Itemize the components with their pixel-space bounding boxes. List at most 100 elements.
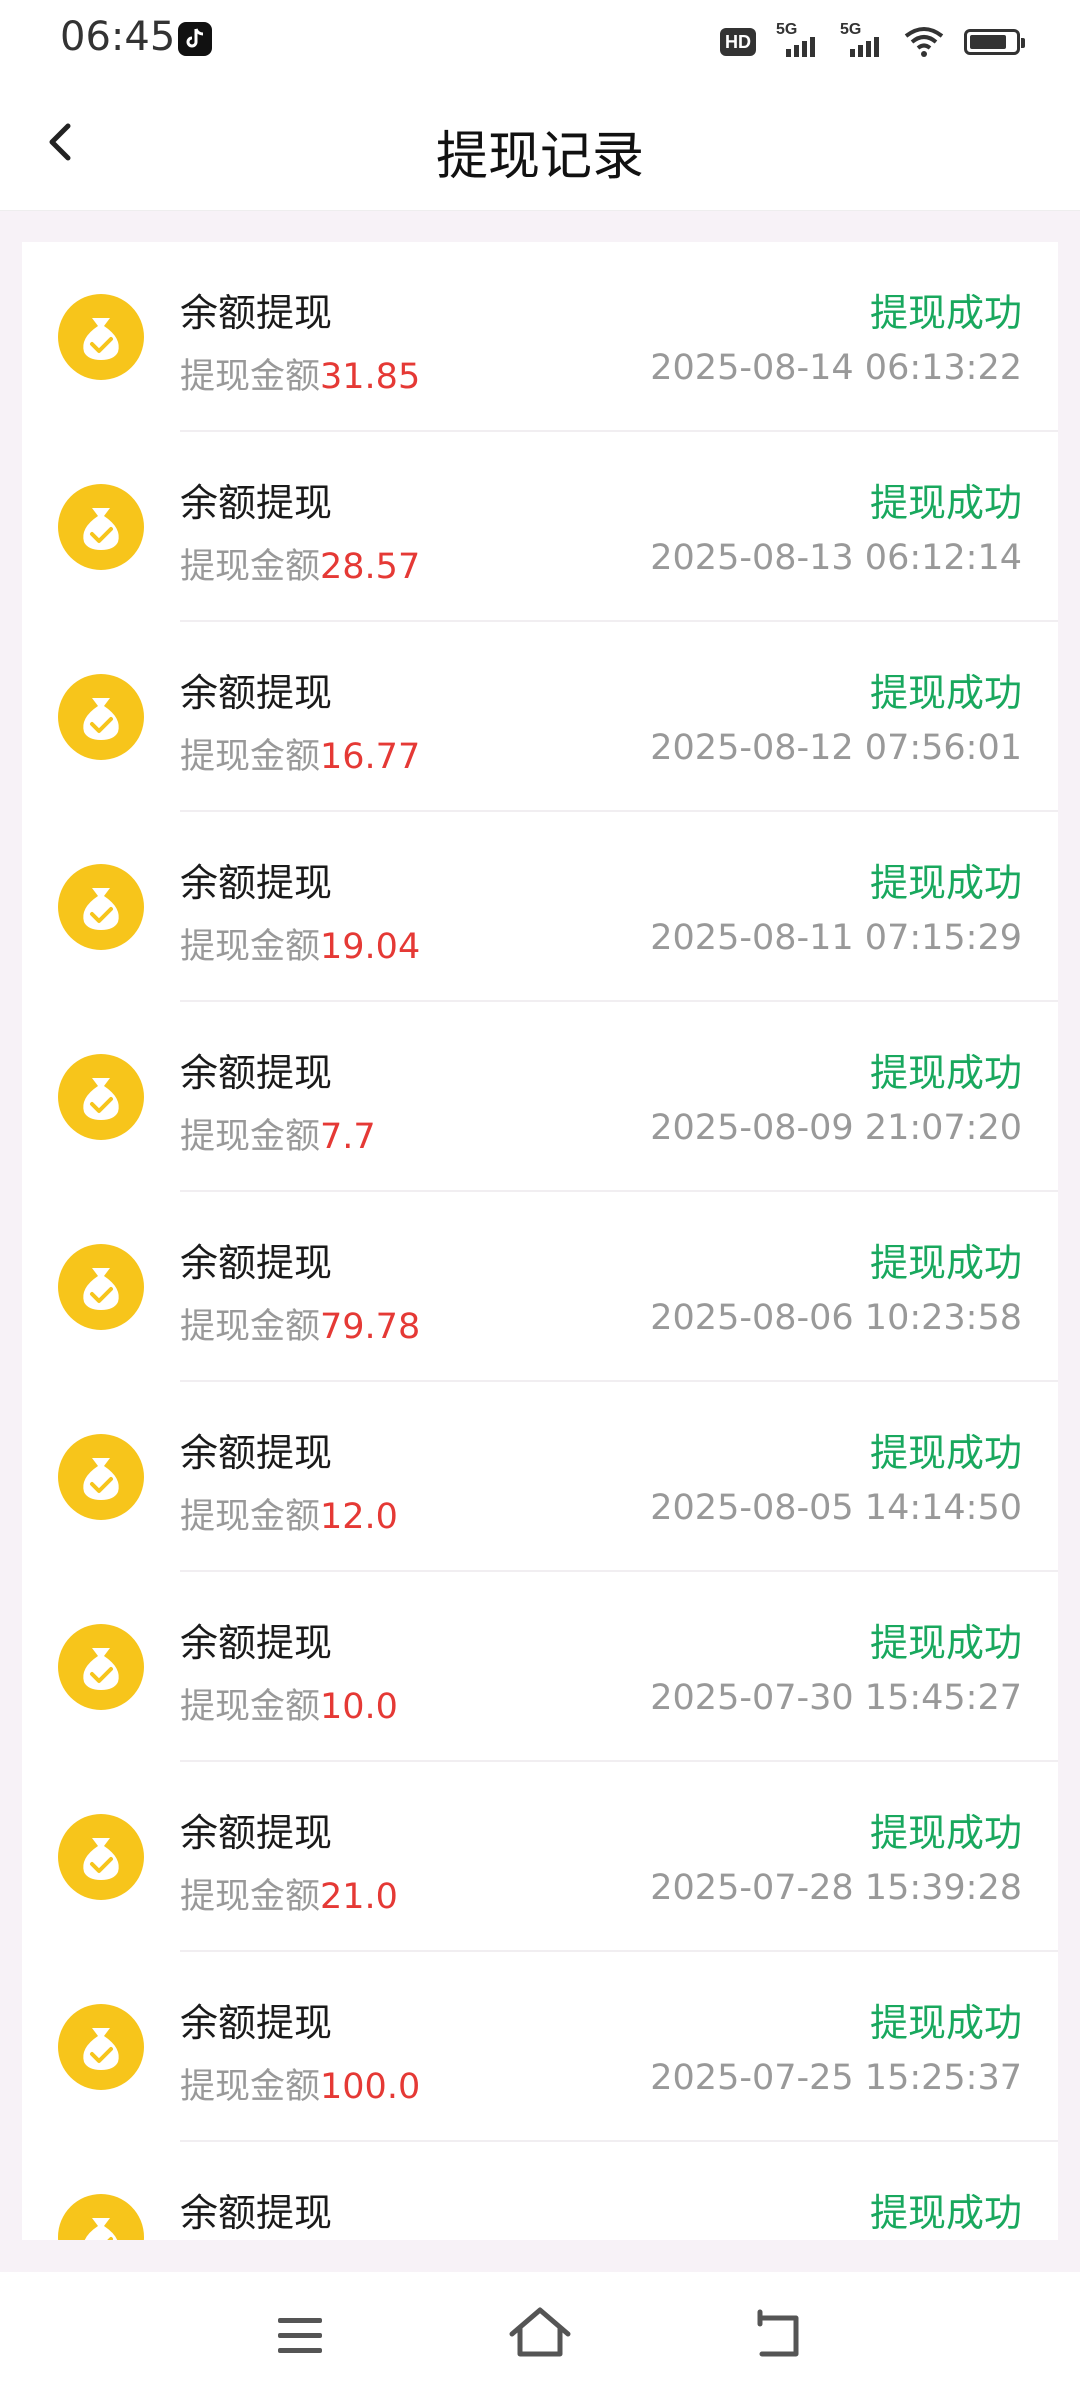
status-badge: 提现成功 (869, 1621, 1022, 1665)
record-time: 2025-08-06 10:23:58 (650, 1298, 1022, 1338)
record-amount: 提现金额7.7 (180, 1108, 376, 1159)
money-bag-icon (58, 2004, 144, 2090)
amount-label: 提现金额 (180, 1497, 321, 1537)
amount-value: 12.0 (320, 1497, 398, 1537)
record-amount: 提现金额79.78 (180, 1298, 420, 1349)
amount-value: 100.0 (320, 2067, 421, 2107)
status-badge: 提现成功 (869, 481, 1022, 525)
record-title: 余额提现 (180, 1621, 333, 1665)
record-title: 余额提现 (180, 1431, 333, 1475)
back-icon (757, 2309, 799, 2357)
money-bag-icon (58, 1054, 144, 1140)
amount-label: 提现金额 (180, 1307, 321, 1347)
amount-label: 提现金额 (180, 1117, 321, 1157)
tiktok-icon (178, 22, 212, 56)
signal-icon: 5G (776, 21, 820, 59)
amount-value: 7.7 (320, 1117, 376, 1157)
list-item[interactable]: 余额提现 提现金额79.78 提现成功 2025-08-06 10:23:58 (22, 1192, 1058, 1382)
amount-value: 28.57 (320, 547, 421, 587)
status-badge: 提现成功 (869, 2001, 1022, 2045)
hd-icon: HD (720, 28, 756, 56)
amount-value: 31.85 (320, 357, 421, 397)
money-bag-icon (58, 294, 144, 380)
record-title: 余额提现 (180, 291, 333, 335)
list-item[interactable]: 余额提现 提现金额28.57 提现成功 2025-08-13 06:12:14 (22, 432, 1058, 622)
back-nav-button[interactable] (742, 2298, 818, 2374)
home-button[interactable] (502, 2298, 578, 2374)
record-time: 2025-08-05 14:14:50 (650, 1488, 1022, 1528)
signal-icon-2: 5G (840, 21, 884, 59)
list-item[interactable]: 余额提现 提现成功 (22, 2142, 1058, 2240)
list-item[interactable]: 余额提现 提现金额21.0 提现成功 2025-07-28 15:39:28 (22, 1762, 1058, 1952)
header: 提现记录 (0, 82, 1080, 211)
record-amount: 提现金额100.0 (180, 2058, 420, 2109)
status-bar: 06:45 HD 5G 5G (0, 0, 1080, 82)
status-badge: 提现成功 (869, 1241, 1022, 1285)
list-item[interactable]: 余额提现 提现金额19.04 提现成功 2025-08-11 07:15:29 (22, 812, 1058, 1002)
status-badge: 提现成功 (869, 1051, 1022, 1095)
amount-label: 提现金额 (180, 1687, 321, 1727)
list-item[interactable]: 余额提现 提现金额10.0 提现成功 2025-07-30 15:45:27 (22, 1572, 1058, 1762)
record-time: 2025-07-30 15:45:27 (650, 1678, 1022, 1718)
amount-label: 提现金额 (180, 2067, 321, 2107)
amount-label: 提现金额 (180, 357, 321, 397)
money-bag-icon (58, 1814, 144, 1900)
status-badge: 提现成功 (869, 2191, 1022, 2235)
money-bag-icon (58, 1624, 144, 1710)
amount-value: 19.04 (320, 927, 421, 967)
record-time: 2025-08-11 07:15:29 (650, 918, 1022, 958)
list-item[interactable]: 余额提现 提现金额31.85 提现成功 2025-08-14 06:13:22 (22, 242, 1058, 432)
record-amount: 提现金额16.77 (180, 728, 420, 779)
record-time: 2025-08-13 06:12:14 (650, 538, 1022, 578)
money-bag-icon (58, 864, 144, 950)
record-title: 余额提现 (180, 861, 333, 905)
amount-value: 79.78 (320, 1307, 421, 1347)
amount-label: 提现金额 (180, 1877, 321, 1917)
home-icon (509, 2307, 571, 2357)
amount-value: 16.77 (320, 737, 421, 777)
record-amount: 提现金额19.04 (180, 918, 420, 969)
withdrawal-record-list[interactable]: 余额提现 提现金额31.85 提现成功 2025-08-14 06:13:22 … (22, 242, 1058, 2240)
status-badge: 提现成功 (869, 1431, 1022, 1475)
money-bag-icon (58, 674, 144, 760)
money-bag-icon (58, 484, 144, 570)
menu-icon (278, 2318, 322, 2353)
record-title: 余额提现 (180, 1241, 333, 1285)
status-badge: 提现成功 (869, 861, 1022, 905)
list-item[interactable]: 余额提现 提现金额12.0 提现成功 2025-08-05 14:14:50 (22, 1382, 1058, 1572)
record-amount: 提现金额12.0 (180, 1488, 398, 1539)
record-title: 余额提现 (180, 481, 333, 525)
status-badge: 提现成功 (869, 291, 1022, 335)
status-badge: 提现成功 (869, 1811, 1022, 1855)
record-title: 余额提现 (180, 1811, 333, 1855)
money-bag-icon (58, 1434, 144, 1520)
amount-label: 提现金额 (180, 547, 321, 587)
money-bag-icon (58, 1244, 144, 1330)
record-time: 2025-07-28 15:39:28 (650, 1868, 1022, 1908)
amount-value: 10.0 (320, 1687, 398, 1727)
amount-label: 提现金额 (180, 927, 321, 967)
status-icons: HD 5G 5G (720, 21, 1025, 62)
list-item[interactable]: 余额提现 提现金额16.77 提现成功 2025-08-12 07:56:01 (22, 622, 1058, 812)
menu-button[interactable] (262, 2298, 338, 2374)
record-title: 余额提现 (180, 2001, 333, 2045)
record-amount: 提现金额28.57 (180, 538, 420, 589)
money-bag-icon (58, 2194, 144, 2240)
page-title: 提现记录 (435, 127, 644, 187)
record-time: 2025-07-25 15:25:37 (650, 2058, 1022, 2098)
status-time: 06:45 (60, 14, 176, 60)
list-item[interactable]: 余额提现 提现金额7.7 提现成功 2025-08-09 21:07:20 (22, 1002, 1058, 1192)
record-time: 2025-08-14 06:13:22 (650, 348, 1022, 388)
battery-icon (964, 29, 1025, 55)
record-title: 余额提现 (180, 1051, 333, 1095)
record-amount: 提现金额21.0 (180, 1868, 398, 1919)
navigation-bar (0, 2272, 1080, 2400)
record-amount: 提现金额10.0 (180, 1678, 398, 1729)
record-time: 2025-08-09 21:07:20 (650, 1108, 1022, 1148)
amount-label: 提现金额 (180, 737, 321, 777)
amount-value: 21.0 (320, 1877, 398, 1917)
record-title: 余额提现 (180, 671, 333, 715)
record-time: 2025-08-12 07:56:01 (650, 728, 1022, 768)
wifi-icon (904, 26, 944, 58)
list-item[interactable]: 余额提现 提现金额100.0 提现成功 2025-07-25 15:25:37 (22, 1952, 1058, 2142)
